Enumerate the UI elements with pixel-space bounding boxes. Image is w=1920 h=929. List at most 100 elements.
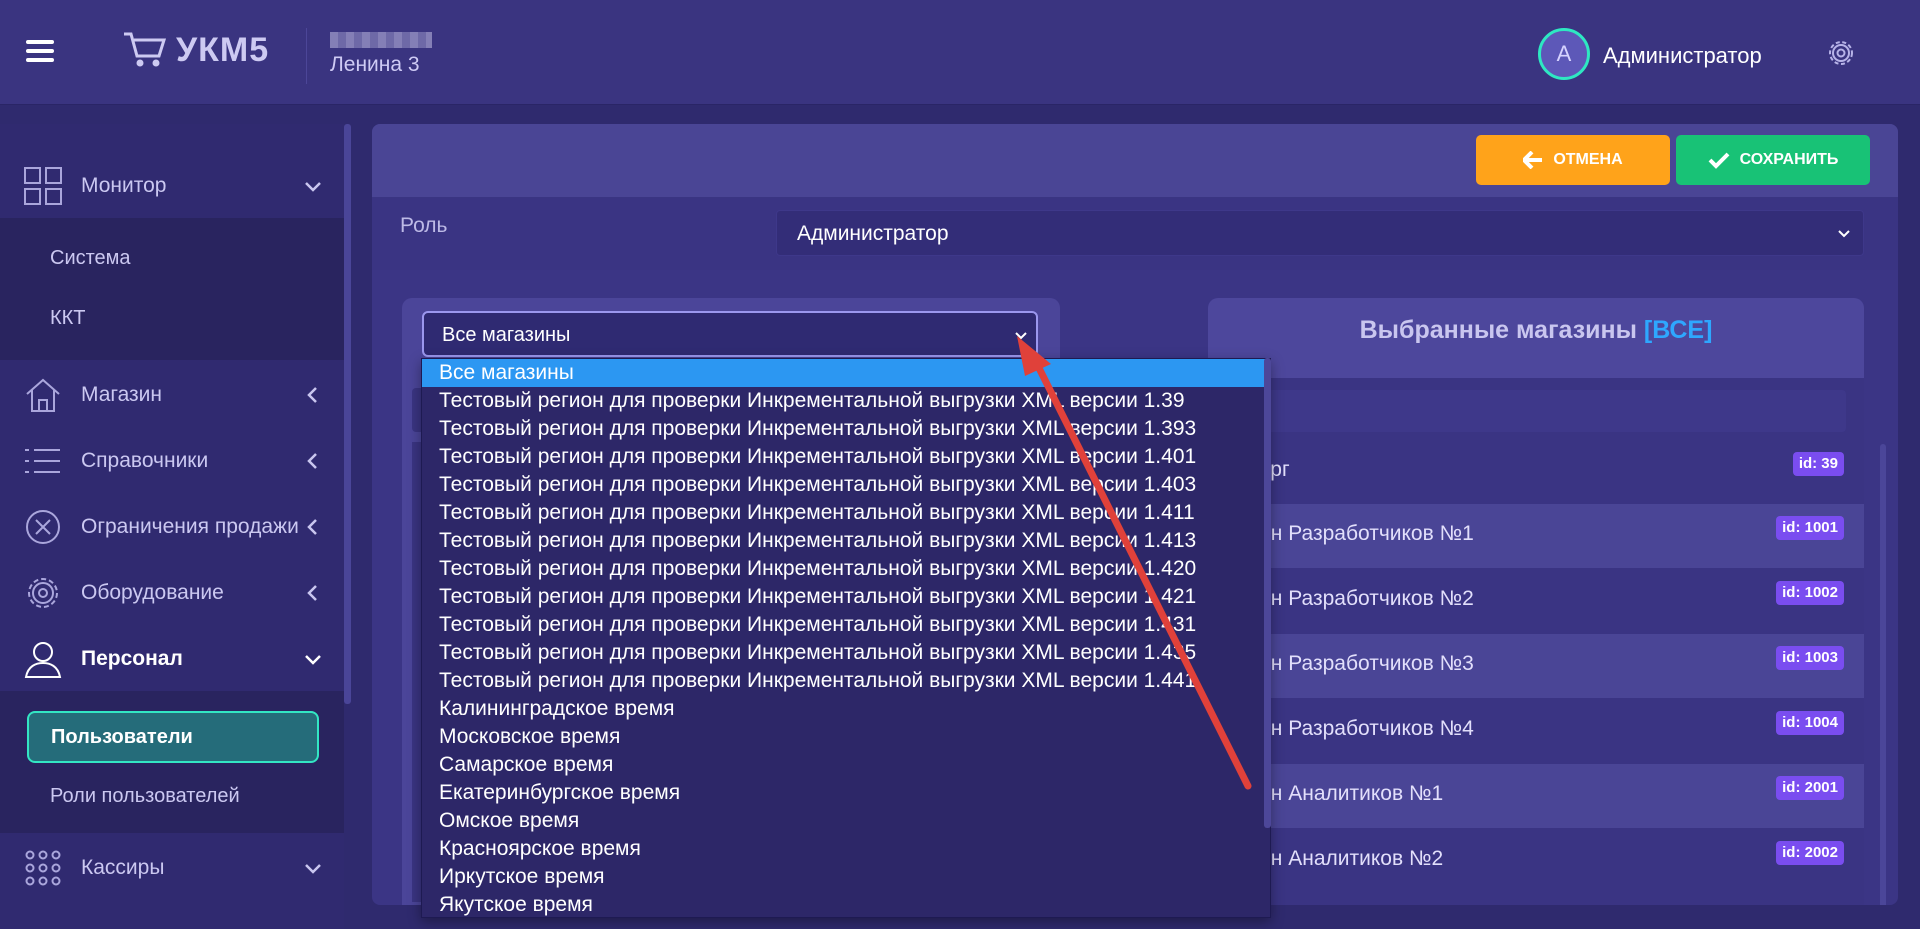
- sidebar-item-personnel[interactable]: Персонал: [0, 627, 344, 691]
- dropdown-option[interactable]: Тестовый регион для проверки Инкрементал…: [422, 611, 1270, 639]
- monitor-submenu: Система ККТ: [0, 218, 344, 360]
- dropdown-option[interactable]: Тестовый регион для проверки Инкрементал…: [422, 639, 1270, 667]
- avatar[interactable]: А: [1538, 28, 1590, 80]
- sidebar-item-label: Магазин: [81, 383, 163, 406]
- store-name: азин Разработчиков №3: [1238, 652, 1474, 675]
- store-id-badge: id: 1003: [1776, 646, 1844, 670]
- store-group-dropdown-list: Все магазины Тестовый регион для проверки…: [421, 358, 1271, 918]
- store-name: азин Разработчиков №4: [1238, 717, 1474, 740]
- dropdown-option[interactable]: Якутское время: [422, 891, 1270, 917]
- table-row[interactable]: азин Разработчиков №1 id: 1001: [1208, 504, 1864, 568]
- table-row[interactable]: азин Разработчиков №3 id: 1003: [1208, 634, 1864, 698]
- dropdown-option[interactable]: Тестовый регион для проверки Инкрементал…: [422, 499, 1270, 527]
- dropdown-scrollbar[interactable]: [1264, 358, 1271, 828]
- list-icon: [25, 449, 60, 473]
- logo-text: УКМ5: [176, 30, 270, 69]
- sidebar-item-equipment[interactable]: Оборудование: [0, 561, 344, 625]
- chevron-down-icon: [1838, 230, 1850, 238]
- store-name: азин Разработчиков №1: [1238, 522, 1474, 545]
- toolbar: ОТМЕНА СОХРАНИТЬ: [372, 124, 1898, 198]
- selected-stores-header: Выбранные магазины [ВСЕ]: [1208, 298, 1864, 378]
- logo[interactable]: УКМ5: [122, 30, 269, 70]
- personnel-submenu: Пользователи Роли пользователей: [0, 691, 344, 833]
- settings-gear-icon[interactable]: [1824, 36, 1858, 70]
- store-id-badge: id: 2001: [1776, 776, 1844, 800]
- save-label: СОХРАНИТЬ: [1739, 151, 1839, 168]
- selected-stores-title: Выбранные магазины [ВСЕ]: [1208, 316, 1864, 345]
- table-row[interactable]: азин Аналитиков №2 id: 2002: [1208, 829, 1864, 893]
- table-row[interactable]: азин Разработчиков №4 id: 1004: [1208, 699, 1864, 763]
- chevron-left-icon: [307, 387, 317, 403]
- menu-icon[interactable]: [26, 40, 54, 64]
- store-id-badge: id: 1004: [1776, 711, 1844, 735]
- dropdown-option[interactable]: Тестовый регион для проверки Инкрементал…: [422, 555, 1270, 583]
- selected-stores-title-text: Выбранные магазины: [1359, 316, 1637, 344]
- selected-stores-scrollbar[interactable]: [1880, 444, 1886, 905]
- dropdown-option[interactable]: Калининградское время: [422, 695, 1270, 723]
- dropdown-option[interactable]: Все магазины: [422, 359, 1270, 387]
- sidebar-subitem-users[interactable]: Пользователи: [27, 711, 319, 763]
- dropdown-option[interactable]: Самарское время: [422, 751, 1270, 779]
- store-id-badge: id: 1001: [1776, 516, 1844, 540]
- blurred-store-code: [330, 32, 432, 48]
- table-row[interactable]: азин Аналитиков №1 id: 2001: [1208, 764, 1864, 828]
- user-icon: [24, 642, 62, 678]
- store-group-value: Все магазины: [442, 324, 571, 346]
- monitor-grid-icon: [24, 167, 62, 205]
- table-row[interactable]: азин Разработчиков №2 id: 1002: [1208, 569, 1864, 633]
- store-id-badge: id: 1002: [1776, 581, 1844, 605]
- sidebar-item-store[interactable]: Магазин: [0, 363, 344, 427]
- dropdown-option[interactable]: Тестовый регион для проверки Инкрементал…: [422, 471, 1270, 499]
- cancel-label: ОТМЕНА: [1553, 151, 1623, 168]
- home-icon: [26, 378, 60, 412]
- top-bar: УКМ5 Ленина 3 А Администратор: [0, 0, 1920, 105]
- sidebar: Монитор Система ККТ Магазин Справочники …: [0, 124, 344, 929]
- sidebar-item-references[interactable]: Справочники: [0, 429, 344, 493]
- dropdown-option[interactable]: Тестовый регион для проверки Инкрементал…: [422, 527, 1270, 555]
- sidebar-item-monitor[interactable]: Монитор: [0, 154, 344, 218]
- user-name[interactable]: Администратор: [1603, 43, 1762, 69]
- sidebar-item-label: Оборудование: [81, 581, 224, 604]
- chevron-down-icon: [305, 655, 321, 665]
- chevron-down-icon: [1015, 332, 1027, 340]
- save-button[interactable]: СОХРАНИТЬ: [1676, 135, 1870, 185]
- sidebar-scrollbar[interactable]: [344, 124, 351, 704]
- store-id-badge: id: 39: [1792, 452, 1844, 476]
- cancel-button[interactable]: ОТМЕНА: [1476, 135, 1670, 185]
- dropdown-option[interactable]: Тестовый регион для проверки Инкрементал…: [422, 387, 1270, 415]
- role-value: Администратор: [797, 222, 949, 245]
- gear-icon: [28, 578, 58, 608]
- store-group-select[interactable]: Все магазины: [422, 311, 1038, 357]
- right-search-input[interactable]: [1226, 390, 1846, 432]
- dropdown-option[interactable]: Омское время: [422, 807, 1270, 835]
- sidebar-item-label: Кассиры: [81, 856, 165, 879]
- chevron-down-icon: [305, 182, 321, 192]
- dropdown-option[interactable]: Московское время: [422, 723, 1270, 751]
- check-icon: [1708, 152, 1730, 169]
- dropdown-option[interactable]: Красноярское время: [422, 835, 1270, 863]
- sidebar-item-sale-restrictions[interactable]: Ограничения продажи: [0, 495, 344, 559]
- role-label: Роль: [400, 214, 448, 237]
- store-name: азин Разработчиков №2: [1238, 587, 1474, 610]
- divider: [306, 28, 307, 84]
- dropdown-option[interactable]: Тестовый регион для проверки Инкрементал…: [422, 583, 1270, 611]
- chevron-left-icon: [307, 453, 317, 469]
- sidebar-item-cashiers[interactable]: Кассиры: [0, 836, 344, 900]
- chevron-left-icon: [307, 519, 317, 535]
- dropdown-option[interactable]: Тестовый регион для проверки Инкрементал…: [422, 667, 1270, 695]
- dropdown-option[interactable]: Иркутское время: [422, 863, 1270, 891]
- sidebar-subitem-user-roles[interactable]: Роли пользователей: [50, 785, 240, 808]
- dropdown-option[interactable]: Тестовый регион для проверки Инкрементал…: [422, 443, 1270, 471]
- select-all-link[interactable]: [ВСЕ]: [1644, 316, 1712, 344]
- current-store[interactable]: Ленина 3: [330, 53, 420, 77]
- dropdown-option[interactable]: Тестовый регион для проверки Инкрементал…: [422, 415, 1270, 443]
- sidebar-subitem-system[interactable]: Система: [50, 247, 131, 270]
- table-row[interactable]: аторгid: 39: [1208, 440, 1864, 504]
- store-id-badge: id: 2002: [1776, 841, 1844, 865]
- role-select[interactable]: Администратор: [776, 210, 1864, 256]
- dropdown-option[interactable]: Екатеринбургское время: [422, 779, 1270, 807]
- arrow-left-icon: [1523, 151, 1543, 169]
- chevron-left-icon: [307, 585, 317, 601]
- sidebar-subitem-kkt[interactable]: ККТ: [50, 307, 86, 330]
- sidebar-item-label: Справочники: [81, 449, 209, 472]
